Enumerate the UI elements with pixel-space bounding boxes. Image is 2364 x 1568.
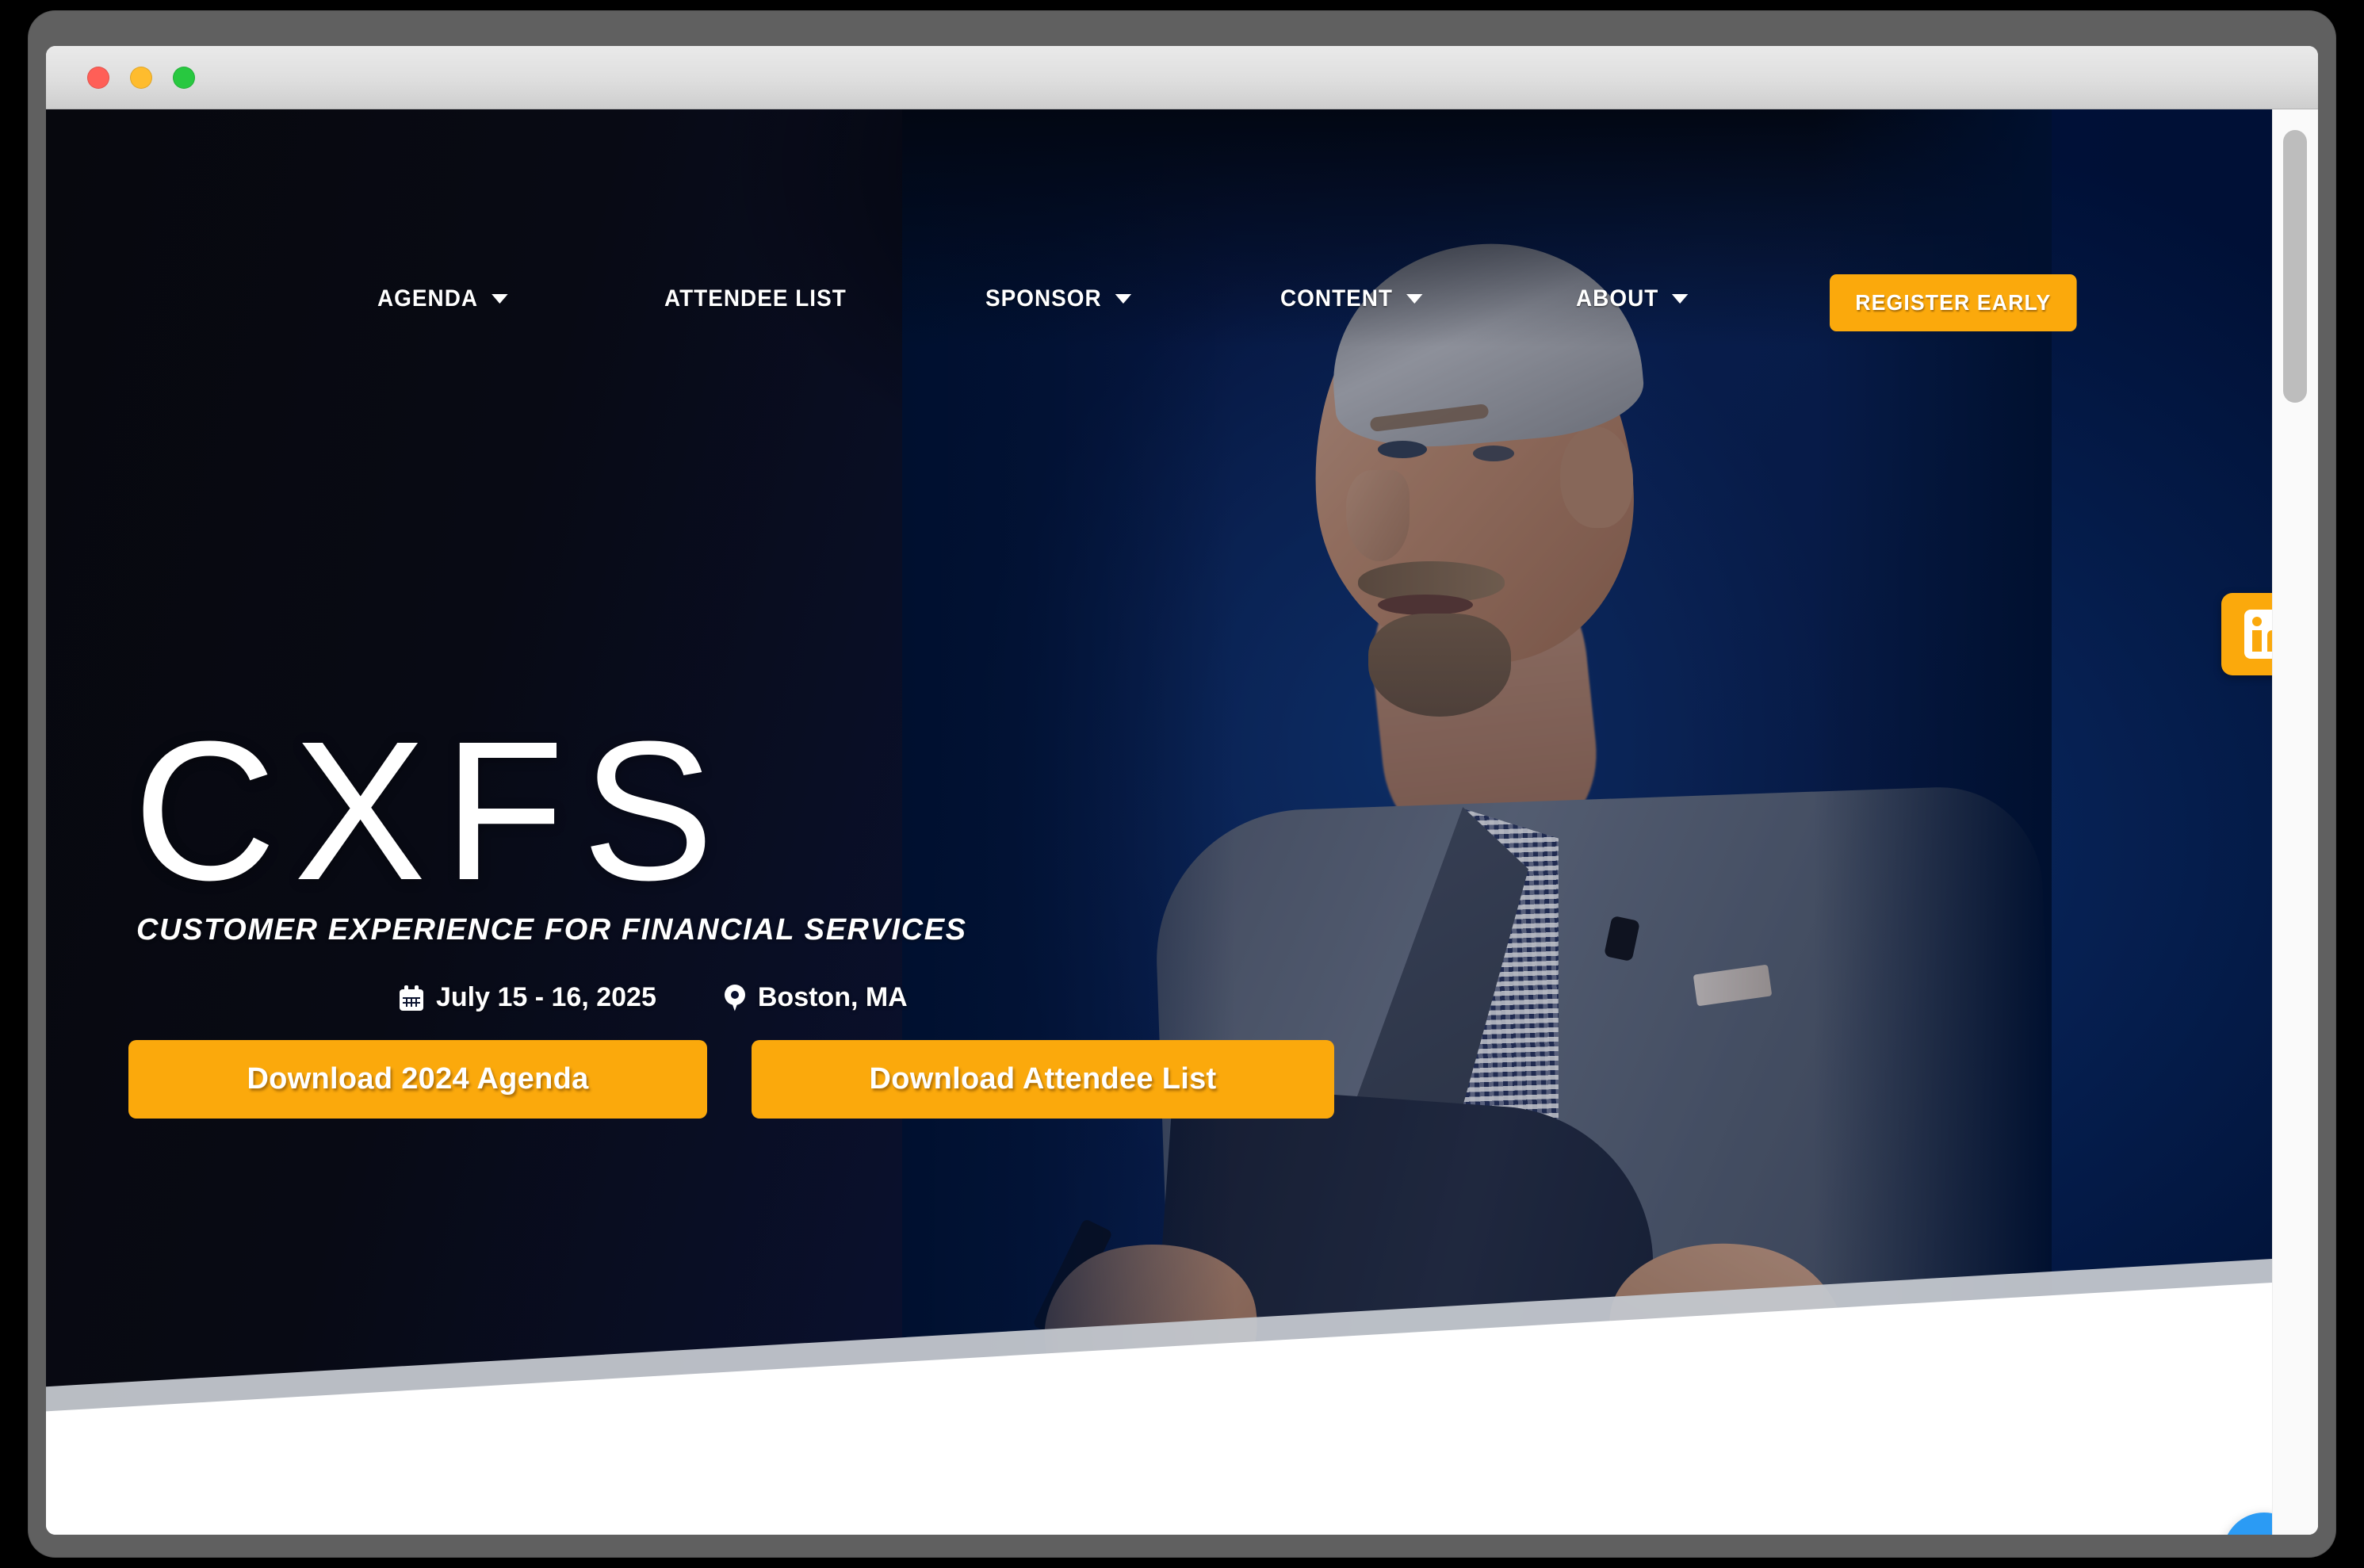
nav-item-about[interactable]: ABOUT: [1576, 285, 1689, 312]
hero-cta-row: Download 2024 Agenda Download Attendee L…: [128, 1040, 1334, 1119]
nav-label-sponsor: SPONSOR: [985, 285, 1102, 312]
nav-label-agenda: AGENDA: [377, 285, 479, 312]
page-scrollbar-thumb[interactable]: [2283, 130, 2307, 403]
chevron-down-icon: [1672, 294, 1689, 304]
download-attendee-list-button[interactable]: Download Attendee List: [752, 1040, 1334, 1119]
hero-section: AGENDA ATTENDEE LIST SPONSOR CONTENT ABO…: [46, 109, 2272, 1505]
nav-item-sponsor[interactable]: SPONSOR: [985, 285, 1131, 312]
browser-window-frame: AGENDA ATTENDEE LIST SPONSOR CONTENT ABO…: [29, 11, 2335, 1557]
event-tagline: CUSTOMER EXPERIENCE FOR FINANCIAL SERVIC…: [136, 913, 967, 947]
nav-label-about: ABOUT: [1576, 285, 1659, 312]
chevron-down-icon: [491, 294, 508, 304]
event-logo: CXFS: [133, 700, 732, 921]
calendar-icon: [400, 985, 423, 1011]
maximize-button[interactable]: [173, 66, 195, 89]
page-viewport: AGENDA ATTENDEE LIST SPONSOR CONTENT ABO…: [46, 109, 2318, 1535]
chevron-down-icon: [1115, 294, 1131, 304]
event-location: Boston, MA: [724, 982, 908, 1013]
nav-item-content[interactable]: CONTENT: [1280, 285, 1423, 312]
hero-content: CXFS CUSTOMER EXPERIENCE FOR FINANCIAL S…: [128, 700, 1334, 1119]
minimize-button[interactable]: [130, 66, 152, 89]
window-titlebar: [46, 46, 2318, 109]
nav-item-agenda[interactable]: AGENDA: [377, 285, 508, 312]
nav-item-attendee-list[interactable]: ATTENDEE LIST: [664, 285, 847, 312]
map-pin-icon: [724, 984, 745, 1012]
event-date-text: July 15 - 16, 2025: [436, 982, 656, 1012]
event-location-text: Boston, MA: [757, 982, 908, 1012]
page-scrollbar-track[interactable]: [2272, 109, 2318, 1535]
register-early-button[interactable]: REGISTER EARLY: [1830, 274, 2077, 331]
download-agenda-button[interactable]: Download 2024 Agenda: [128, 1040, 707, 1119]
event-date: July 15 - 16, 2025: [400, 982, 656, 1013]
nav-label-attendee-list: ATTENDEE LIST: [664, 285, 847, 312]
nav-label-content: CONTENT: [1280, 285, 1394, 312]
browser-window: AGENDA ATTENDEE LIST SPONSOR CONTENT ABO…: [46, 46, 2318, 1535]
chevron-down-icon: [1406, 294, 1423, 304]
event-meta: July 15 - 16, 2025 Boston, MA: [400, 982, 1334, 1013]
main-navigation: AGENDA ATTENDEE LIST SPONSOR CONTENT ABO…: [46, 109, 2272, 331]
close-button[interactable]: [87, 66, 109, 89]
